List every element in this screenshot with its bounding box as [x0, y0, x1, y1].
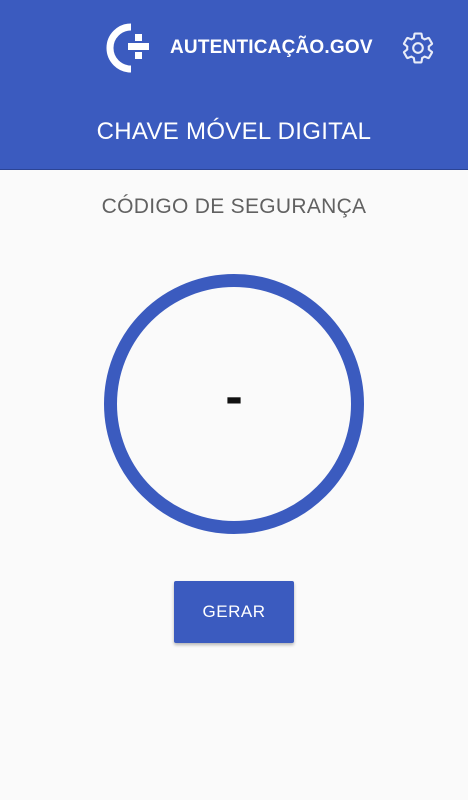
settings-button[interactable]: [400, 30, 436, 66]
brand-name: AUTENTICAÇÃO.GOV: [170, 37, 373, 58]
generate-button[interactable]: GERAR: [174, 581, 294, 643]
security-code-value: -: [225, 368, 243, 426]
brand: AUTENTICAÇÃO.GOV: [104, 21, 373, 75]
section-title: CÓDIGO DE SEGURANÇA: [101, 195, 367, 218]
app-title: CHAVE MÓVEL DIGITAL: [96, 118, 372, 145]
gear-icon: [402, 32, 434, 64]
autenticacao-gov-logo-icon: [106, 23, 149, 73]
app-header: AUTENTICAÇÃO.GOV CHAVE MÓVEL DIGITAL: [0, 0, 468, 170]
